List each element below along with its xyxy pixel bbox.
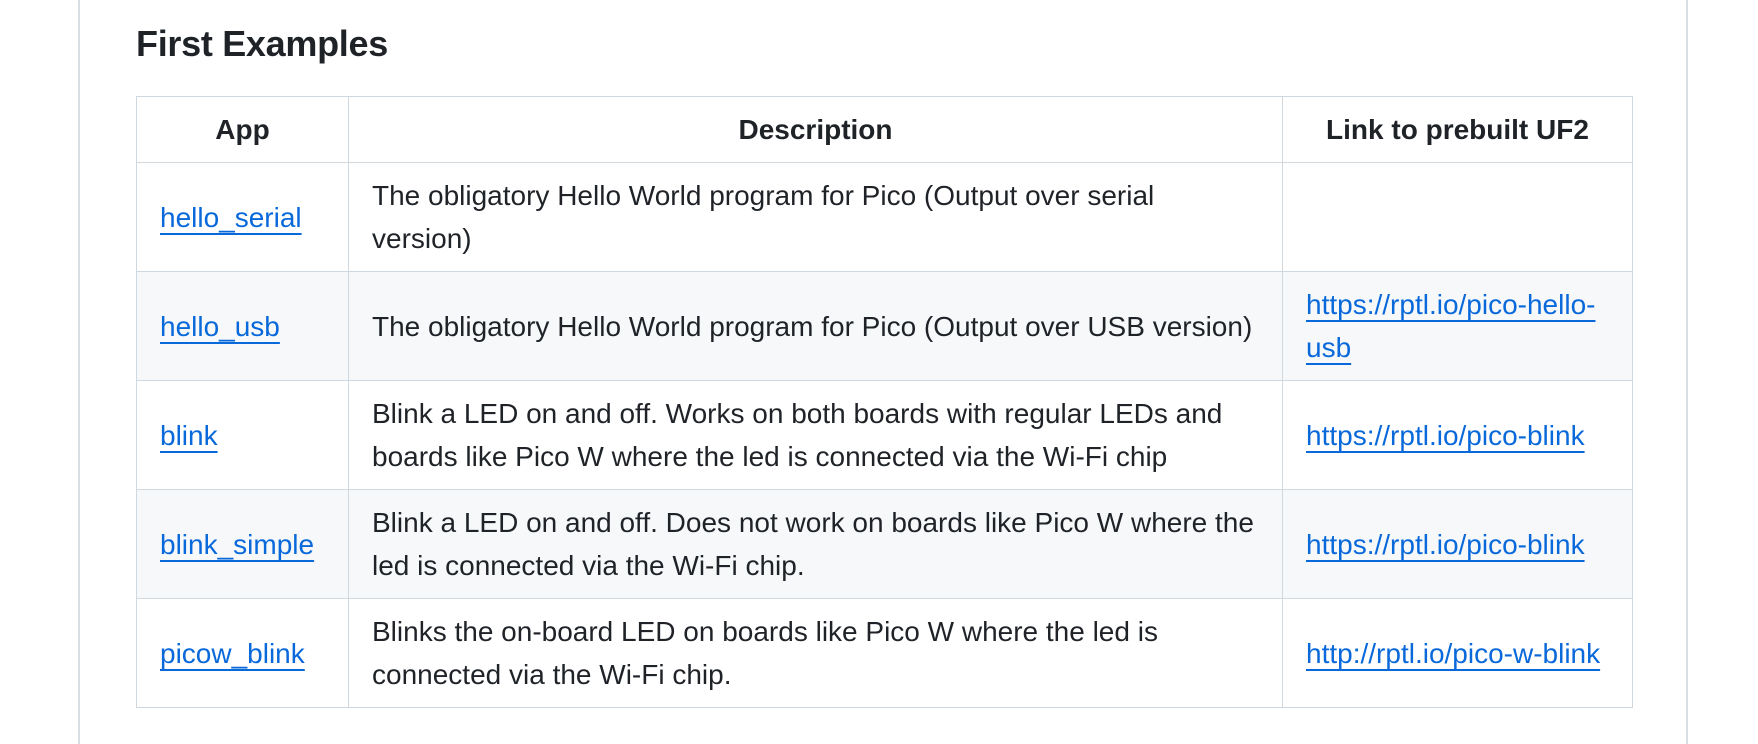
- uf2-link-blink[interactable]: https://rptl.io/pico-blink: [1306, 420, 1585, 451]
- app-link-blink[interactable]: blink: [160, 420, 218, 451]
- app-link-hello-usb[interactable]: hello_usb: [160, 311, 280, 342]
- uf2-link-cell: https://rptl.io/pico-blink: [1282, 380, 1633, 490]
- table-row: picow_blink Blinks the on-board LED on b…: [136, 598, 1633, 708]
- uf2-link-picow-blink[interactable]: http://rptl.io/pico-w-blink: [1306, 638, 1600, 669]
- section-heading: First Examples: [136, 23, 388, 64]
- app-cell: blink_simple: [136, 489, 349, 599]
- description-cell: Blinks the on-board LED on boards like P…: [348, 598, 1283, 708]
- app-cell: blink: [136, 380, 349, 490]
- app-cell: hello_usb: [136, 271, 349, 381]
- uf2-link-blink-simple[interactable]: https://rptl.io/pico-blink: [1306, 529, 1585, 560]
- table-row: blink Blink a LED on and off. Works on b…: [136, 380, 1633, 490]
- column-header-link: Link to prebuilt UF2: [1282, 96, 1633, 163]
- uf2-link-cell: https://rptl.io/pico-hello-usb: [1282, 271, 1633, 381]
- app-link-hello-serial[interactable]: hello_serial: [160, 202, 302, 233]
- app-link-blink-simple[interactable]: blink_simple: [160, 529, 314, 560]
- table-row: hello_serial The obligatory Hello World …: [136, 162, 1633, 272]
- uf2-link-hello-usb[interactable]: https://rptl.io/pico-hello-usb: [1306, 289, 1595, 363]
- table-row: hello_usb The obligatory Hello World pro…: [136, 271, 1633, 381]
- description-cell: The obligatory Hello World program for P…: [348, 162, 1283, 272]
- readme-page: First Examples App Description Link to p…: [0, 0, 1758, 744]
- uf2-link-cell: http://rptl.io/pico-w-blink: [1282, 598, 1633, 708]
- uf2-link-cell: [1282, 162, 1633, 272]
- examples-table: App Description Link to prebuilt UF2 hel…: [136, 96, 1633, 708]
- table-header-row: App Description Link to prebuilt UF2: [136, 96, 1633, 163]
- description-cell: Blink a LED on and off. Does not work on…: [348, 489, 1283, 599]
- app-link-picow-blink[interactable]: picow_blink: [160, 638, 305, 669]
- table-row: blink_simple Blink a LED on and off. Doe…: [136, 489, 1633, 599]
- uf2-link-cell: https://rptl.io/pico-blink: [1282, 489, 1633, 599]
- app-cell: picow_blink: [136, 598, 349, 708]
- app-cell: hello_serial: [136, 162, 349, 272]
- column-header-description: Description: [348, 96, 1283, 163]
- description-cell: The obligatory Hello World program for P…: [348, 271, 1283, 381]
- column-header-app: App: [136, 96, 349, 163]
- description-cell: Blink a LED on and off. Works on both bo…: [348, 380, 1283, 490]
